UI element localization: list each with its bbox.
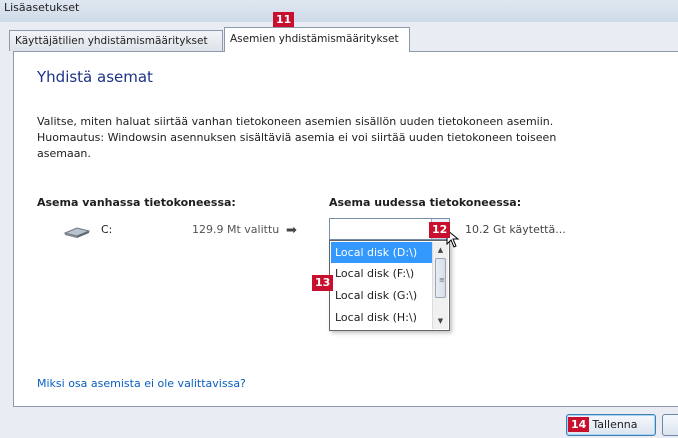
tab-drive-mapping[interactable]: Asemien yhdistämismääritykset	[224, 27, 410, 52]
instructions-text: Valitse, miten haluat siirtää vanhan tie…	[37, 115, 557, 160]
window-title-bar: Lisäasetukset	[0, 0, 678, 22]
save-button-label: Tallenna	[592, 418, 638, 431]
tab-user-account-mapping[interactable]: Käyttäjätilien yhdistämismääritykset	[9, 30, 223, 51]
callout-12: 12	[429, 222, 451, 238]
hard-drive-icon	[63, 227, 91, 238]
cancel-button[interactable]	[662, 414, 678, 436]
callout-13: 13	[312, 275, 334, 291]
new-drive-header: Asema uudessa tietokoneessa:	[329, 196, 522, 209]
why-drives-unavailable-link[interactable]: Miksi osa asemista ei ole valittavissa?	[37, 377, 246, 390]
callout-11: 11	[273, 12, 295, 28]
scroll-down-icon[interactable]: ▼	[433, 314, 448, 328]
window-title: Lisäasetukset	[4, 1, 80, 14]
drive-mapping-panel: Yhdistä asemat Valitse, miten haluat sii…	[13, 51, 678, 407]
save-button[interactable]: 14 Tallenna	[566, 414, 656, 436]
dropdown-scrollbar[interactable]: ▲ ≡ ▼	[432, 242, 448, 329]
page-title: Yhdistä asemat	[37, 68, 153, 86]
arrow-right-icon: ➡	[286, 223, 297, 238]
grip-icon: ≡	[439, 276, 445, 284]
dropdown-option-d[interactable]: Local disk (D:\)	[331, 242, 434, 263]
dropdown-option-g[interactable]: Local disk (G:\)	[331, 285, 434, 306]
scroll-thumb[interactable]: ≡	[435, 258, 446, 298]
drive-used-space: 10.2 Gt käytettä...	[465, 223, 566, 236]
dropdown-option-f[interactable]: Local disk (F:\)	[331, 263, 434, 284]
drive-dropdown-list[interactable]: Local disk (D:\) Local disk (F:\) Local …	[329, 240, 450, 331]
drive-letter: C:	[101, 223, 113, 236]
callout-14: 14	[568, 417, 590, 432]
drive-selected-size: 129.9 Mt valittu	[192, 223, 280, 236]
old-drive-header: Asema vanhassa tietokoneessa:	[37, 196, 236, 209]
dropdown-option-h[interactable]: Local disk (H:\)	[331, 307, 434, 328]
